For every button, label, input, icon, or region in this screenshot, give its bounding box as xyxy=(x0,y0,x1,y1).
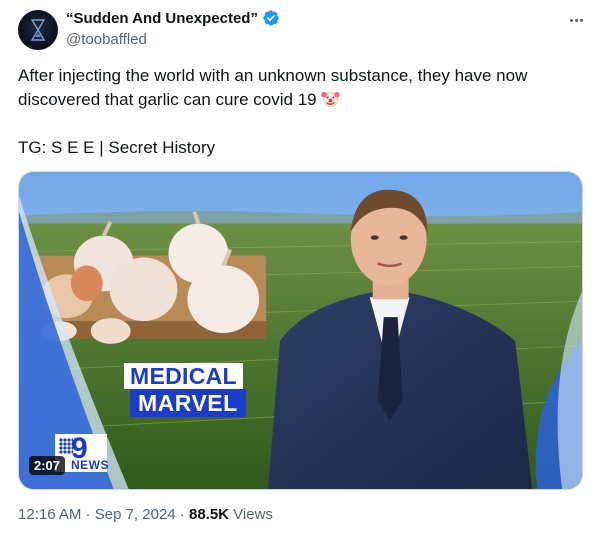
views-label: Views xyxy=(229,506,273,523)
views-count: 88.5K xyxy=(188,506,230,523)
video-player[interactable]: MEDICAL MARVEL 9 NEWS 2:07 xyxy=(18,171,583,490)
lower-third-line1: MEDICAL xyxy=(124,363,243,389)
meta-separator: · xyxy=(81,506,95,523)
verified-badge-icon[interactable] xyxy=(262,9,280,27)
post-date[interactable]: Sep 7, 2024 xyxy=(95,506,176,523)
more-dot-icon xyxy=(569,18,573,22)
more-options-button[interactable] xyxy=(566,10,586,30)
video-duration-badge: 2:07 xyxy=(29,456,66,475)
tweet-text: After injecting the world with an unknow… xyxy=(18,64,578,160)
more-dot-icon xyxy=(574,18,578,22)
news-lower-third: MEDICAL MARVEL xyxy=(124,363,246,417)
post-time[interactable]: 12:16 AM xyxy=(18,506,81,523)
tweet-text-line-with-emoji: discovered that garlic can cure covid 19 xyxy=(18,88,578,112)
display-name[interactable]: “Sudden And Unexpected” xyxy=(66,10,258,27)
tweet-metadata: 12:16 AM · Sep 7, 2024 · 88.5K Views xyxy=(18,506,273,523)
hourglass-icon xyxy=(30,19,46,41)
tweet-text-line: discovered that garlic can cure covid 19 xyxy=(18,90,317,109)
tweet-text-line: TG: S E E | Secret History xyxy=(18,138,216,157)
author-name-row: “Sudden And Unexpected” xyxy=(66,9,280,27)
avatar[interactable] xyxy=(18,10,58,50)
logo-text: NEWS xyxy=(71,458,109,472)
clown-face-emoji-icon xyxy=(320,91,340,107)
lower-third-line2: MARVEL xyxy=(130,389,246,417)
tweet-text-line: After injecting the world with an unknow… xyxy=(18,66,528,85)
author-handle[interactable]: @toobaffled xyxy=(66,31,147,48)
meta-separator: · xyxy=(175,506,189,523)
tweet-card: “Sudden And Unexpected” @toobaffled Afte… xyxy=(0,0,601,537)
more-dot-icon xyxy=(579,18,583,22)
